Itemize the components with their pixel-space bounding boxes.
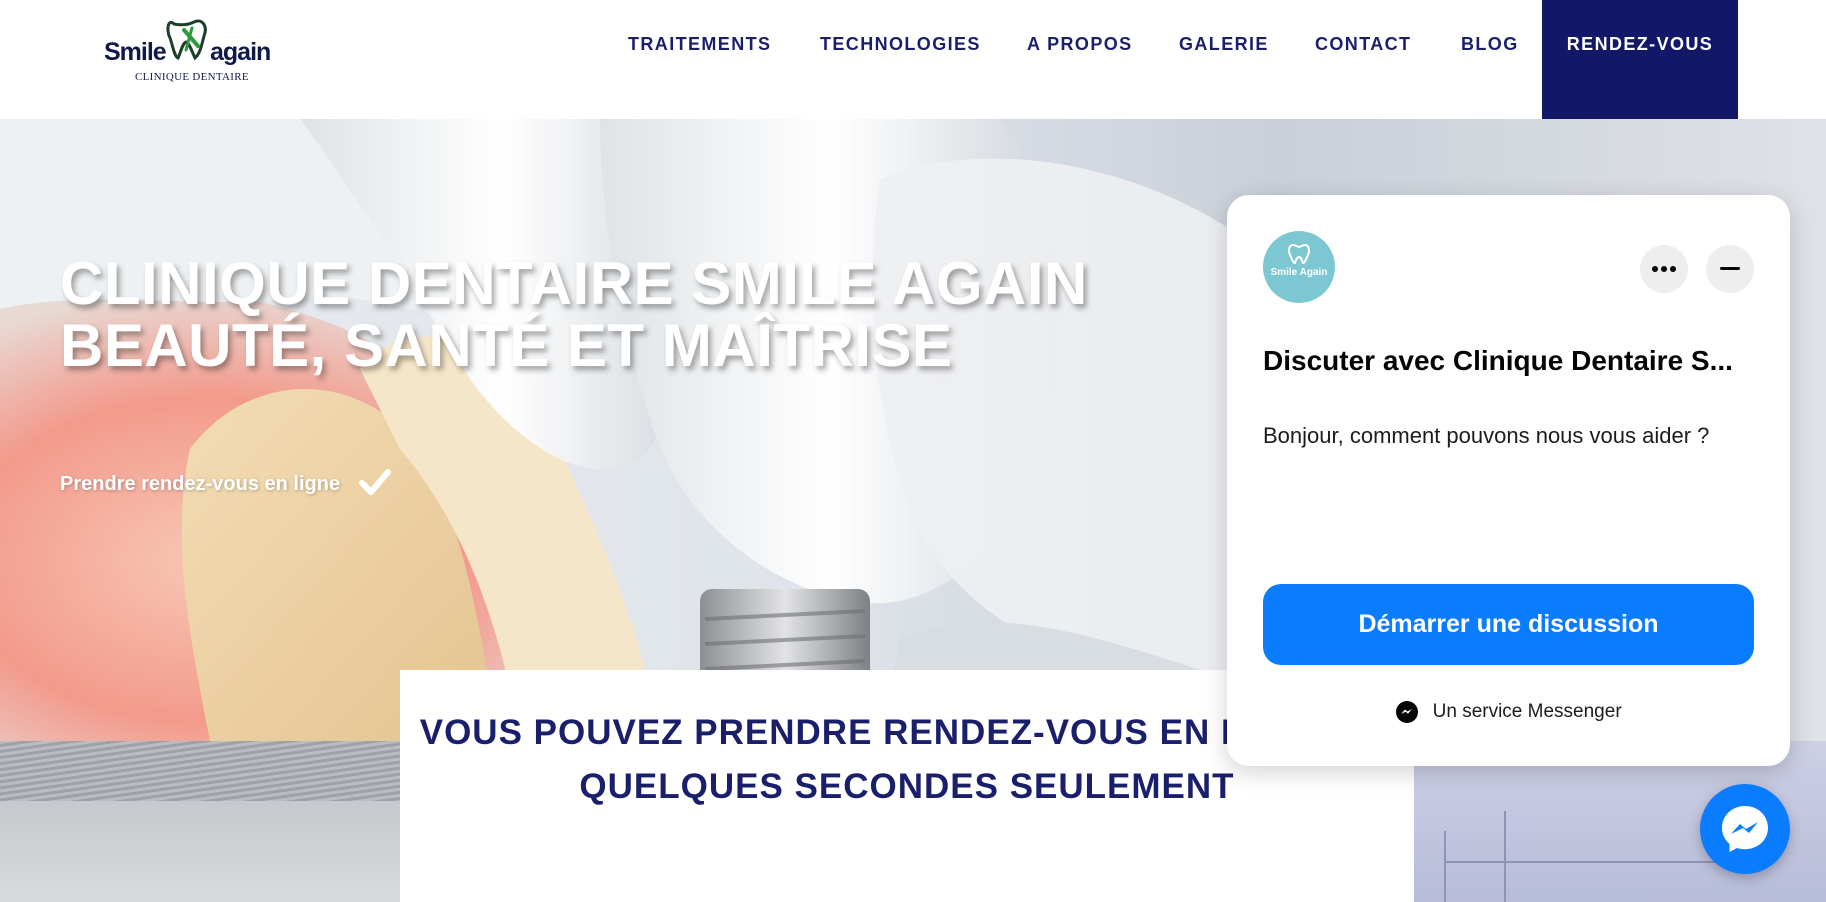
rendez-vous-button[interactable]: RENDEZ-VOUS (1542, 0, 1738, 119)
nav-item-galerie[interactable]: GALERIE (1179, 34, 1269, 55)
more-dots-icon (1652, 266, 1676, 272)
avatar-label: Smile Again (1270, 267, 1328, 278)
booking-heading-line2: QUELQUES SECONDES SEULEMENT (579, 767, 1235, 806)
messenger-launcher-button[interactable] (1700, 784, 1790, 874)
chat-title: Discuter avec Clinique Dentaire S... (1263, 345, 1733, 376)
clinic-avatar: Smile Again (1263, 231, 1335, 303)
messenger-bolt-icon (1722, 806, 1768, 852)
nav-item-technologies[interactable]: TECHNOLOGIES (820, 34, 981, 55)
rendez-vous-label: RENDEZ-VOUS (1566, 34, 1714, 54)
logo-word-again: again (210, 38, 271, 66)
start-discussion-button[interactable]: Démarrer une discussion (1263, 584, 1754, 665)
smile-again-logo[interactable]: Smile again CLINIQUE DENTAIRE (104, 16, 274, 88)
hero-title-line1: CLINIQUE DENTAIRE SMILE AGAIN (60, 250, 1088, 317)
hero-title-line2: BEAUTÉ, SANTÉ ET MAÎTRISE (60, 312, 953, 379)
nav-item-traitements[interactable]: TRAITEMENTS (628, 34, 771, 55)
checkmark-icon (359, 469, 391, 495)
more-options-button[interactable] (1640, 245, 1688, 293)
messenger-icon (1396, 701, 1419, 723)
minimize-chat-button[interactable] (1706, 245, 1754, 293)
messenger-chat-widget: Smile Again Discuter avec Clinique Denta… (1227, 195, 1790, 766)
tooth-logo-icon (166, 19, 207, 61)
messenger-service-footer: Un service Messenger (1227, 700, 1790, 724)
tooth-avatar-icon (1288, 243, 1310, 265)
minus-icon (1720, 267, 1740, 270)
logo-word-smile: Smile (104, 38, 167, 66)
chat-greeting-message: Bonjour, comment pouvons nous vous aider… (1263, 423, 1710, 448)
logo-subtitle: CLINIQUE DENTAIRE (135, 71, 249, 83)
nav-item-a-propos[interactable]: A PROPOS (1027, 34, 1133, 55)
online-booking-link[interactable]: Prendre rendez-vous en ligne (60, 473, 340, 496)
clinic-interior-image-left (0, 741, 400, 902)
nav-item-contact[interactable]: CONTACT (1315, 34, 1411, 55)
nav-item-blog[interactable]: BLOG (1461, 34, 1519, 55)
site-header: Smile again CLINIQUE DENTAIRE TRAITEMENT… (0, 0, 1826, 119)
messenger-service-label: Un service Messenger (1432, 701, 1622, 722)
hero-title: CLINIQUE DENTAIRE SMILE AGAIN BEAUTÉ, SA… (60, 253, 1088, 377)
